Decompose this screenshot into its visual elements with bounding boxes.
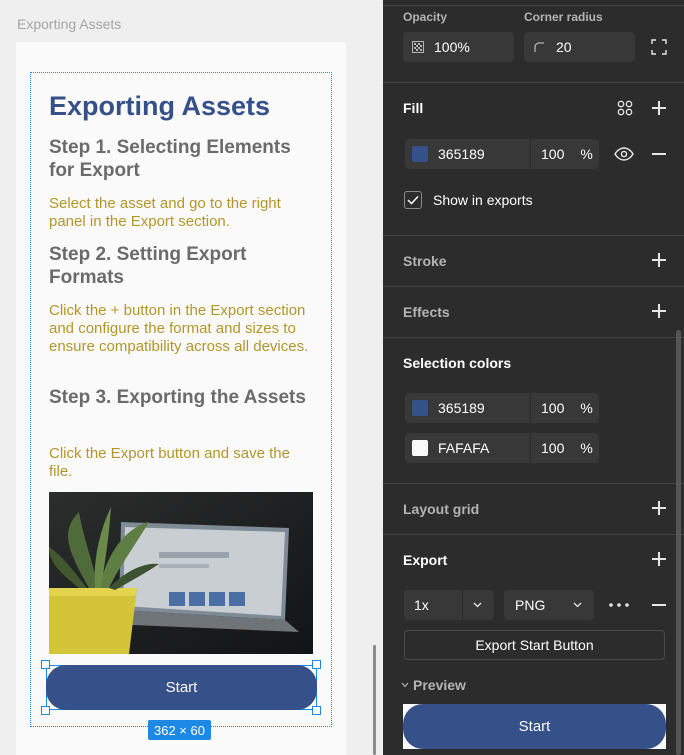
add-export-plus-icon[interactable] [651, 551, 667, 567]
fill-pct-label: % [580, 146, 593, 162]
preview-start-button: Start [403, 704, 666, 749]
selection-color-opacity-value-1[interactable]: 100 [541, 400, 564, 416]
chevron-down-icon[interactable] [473, 602, 482, 608]
corner-radius-value[interactable]: 20 [556, 39, 572, 55]
preview-label: Preview [413, 677, 466, 693]
corner-radius-label: Corner radius [524, 10, 603, 24]
export-scale-select[interactable]: 1x [404, 590, 494, 620]
panel-scrollbar[interactable] [676, 330, 681, 755]
corner-radius-icon [534, 42, 544, 52]
remove-export-minus-icon[interactable] [651, 597, 667, 613]
fill-color-swatch[interactable] [412, 146, 428, 162]
design-panel: Opacity Corner radius 100% 20 Fill 36518… [383, 0, 684, 755]
selection-color-pct-1: % [580, 400, 593, 416]
export-section-title: Export [403, 552, 448, 568]
laptop-photo [49, 492, 313, 654]
divider [383, 5, 684, 6]
divider [383, 534, 684, 535]
step1-heading: Step 1. Selecting Elements for Export [49, 137, 291, 181]
selection-color-hex-1[interactable]: 365189 [438, 400, 485, 416]
divider [383, 286, 684, 287]
selection-colors-title: Selection colors [403, 355, 512, 371]
fill-opacity-value[interactable]: 100 [541, 146, 564, 162]
opacity-value[interactable]: 100% [434, 39, 470, 55]
export-format-value[interactable]: PNG [515, 597, 573, 613]
add-fill-plus-icon[interactable] [651, 100, 667, 116]
remove-fill-minus-icon[interactable] [651, 146, 667, 162]
independent-corners-icon[interactable] [651, 39, 667, 55]
chevron-down-icon [401, 682, 409, 688]
selection-color-pct-2: % [580, 440, 593, 456]
eye-icon[interactable] [614, 146, 634, 162]
selection-color-opacity-2[interactable]: 100 % [531, 433, 599, 463]
step2-heading: Step 2. Setting Export Formats [49, 244, 247, 288]
resize-handle-top-left[interactable] [41, 660, 50, 669]
divider [383, 483, 684, 484]
selection-color-opacity-value-2[interactable]: 100 [541, 440, 564, 456]
opacity-label: Opacity [403, 10, 448, 24]
laptop-photo-illustration [49, 492, 313, 654]
opacity-field[interactable]: 100% [403, 32, 514, 62]
divider [462, 590, 463, 620]
export-button[interactable]: Export Start Button [404, 630, 665, 660]
divider [383, 337, 684, 338]
divider [383, 82, 684, 83]
selection-color-field-1[interactable]: 365189 [405, 393, 530, 423]
step1-text: Select the asset and go to the right pan… [49, 195, 281, 230]
stroke-section-title: Stroke [403, 253, 447, 269]
add-stroke-plus-icon[interactable] [651, 252, 667, 268]
fill-color-field[interactable]: 365189 [405, 139, 530, 169]
selection-color-opacity-1[interactable]: 100 % [531, 393, 599, 423]
fill-hex-value[interactable]: 365189 [438, 146, 485, 162]
selection-color-field-2[interactable]: FAFAFA [405, 433, 530, 463]
divider [383, 235, 684, 236]
selection-color-swatch-2[interactable] [412, 440, 428, 456]
export-scale-value[interactable]: 1x [414, 597, 462, 613]
resize-handle-bottom-right[interactable] [312, 706, 321, 715]
canvas-scrollbar[interactable] [373, 645, 376, 755]
document-frame[interactable]: Exporting Assets Step 1. Selecting Eleme… [16, 42, 346, 755]
step3-heading: Step 3. Exporting the Assets [49, 387, 306, 408]
export-format-select[interactable]: PNG [504, 590, 594, 620]
layout-grid-title: Layout grid [403, 501, 480, 517]
more-options-icon[interactable] [609, 597, 629, 613]
frame-name-label[interactable]: Exporting Assets [17, 16, 121, 32]
show-in-exports-checkbox[interactable] [404, 191, 422, 209]
selection-color-swatch-1[interactable] [412, 400, 428, 416]
fill-section-title: Fill [403, 100, 424, 116]
dimension-badge: 362 × 60 [148, 720, 211, 740]
step2-text: Click the + button in the Export section… [49, 302, 309, 355]
canvas[interactable]: Exporting Assets Exporting Assets Step 1… [0, 0, 383, 755]
opacity-icon [412, 41, 424, 53]
export-preview: Start [403, 704, 666, 749]
add-effect-plus-icon[interactable] [651, 303, 667, 319]
styles-grid-icon[interactable] [616, 99, 634, 117]
start-button[interactable]: Start [46, 665, 317, 710]
preview-toggle[interactable]: Preview [401, 677, 466, 693]
corner-radius-field[interactable]: 20 [524, 32, 635, 62]
fill-opacity-field[interactable]: 100 % [531, 139, 599, 169]
selection-color-hex-2[interactable]: FAFAFA [438, 440, 489, 456]
show-in-exports-label[interactable]: Show in exports [433, 192, 533, 208]
check-icon [407, 195, 419, 205]
step3-text: Click the Export button and save the fil… [49, 445, 290, 480]
resize-handle-bottom-left[interactable] [41, 706, 50, 715]
add-layout-grid-plus-icon[interactable] [651, 500, 667, 516]
doc-title: Exporting Assets [49, 91, 271, 121]
chevron-down-icon[interactable] [573, 602, 582, 608]
effects-section-title: Effects [403, 304, 450, 320]
resize-handle-top-right[interactable] [312, 660, 321, 669]
